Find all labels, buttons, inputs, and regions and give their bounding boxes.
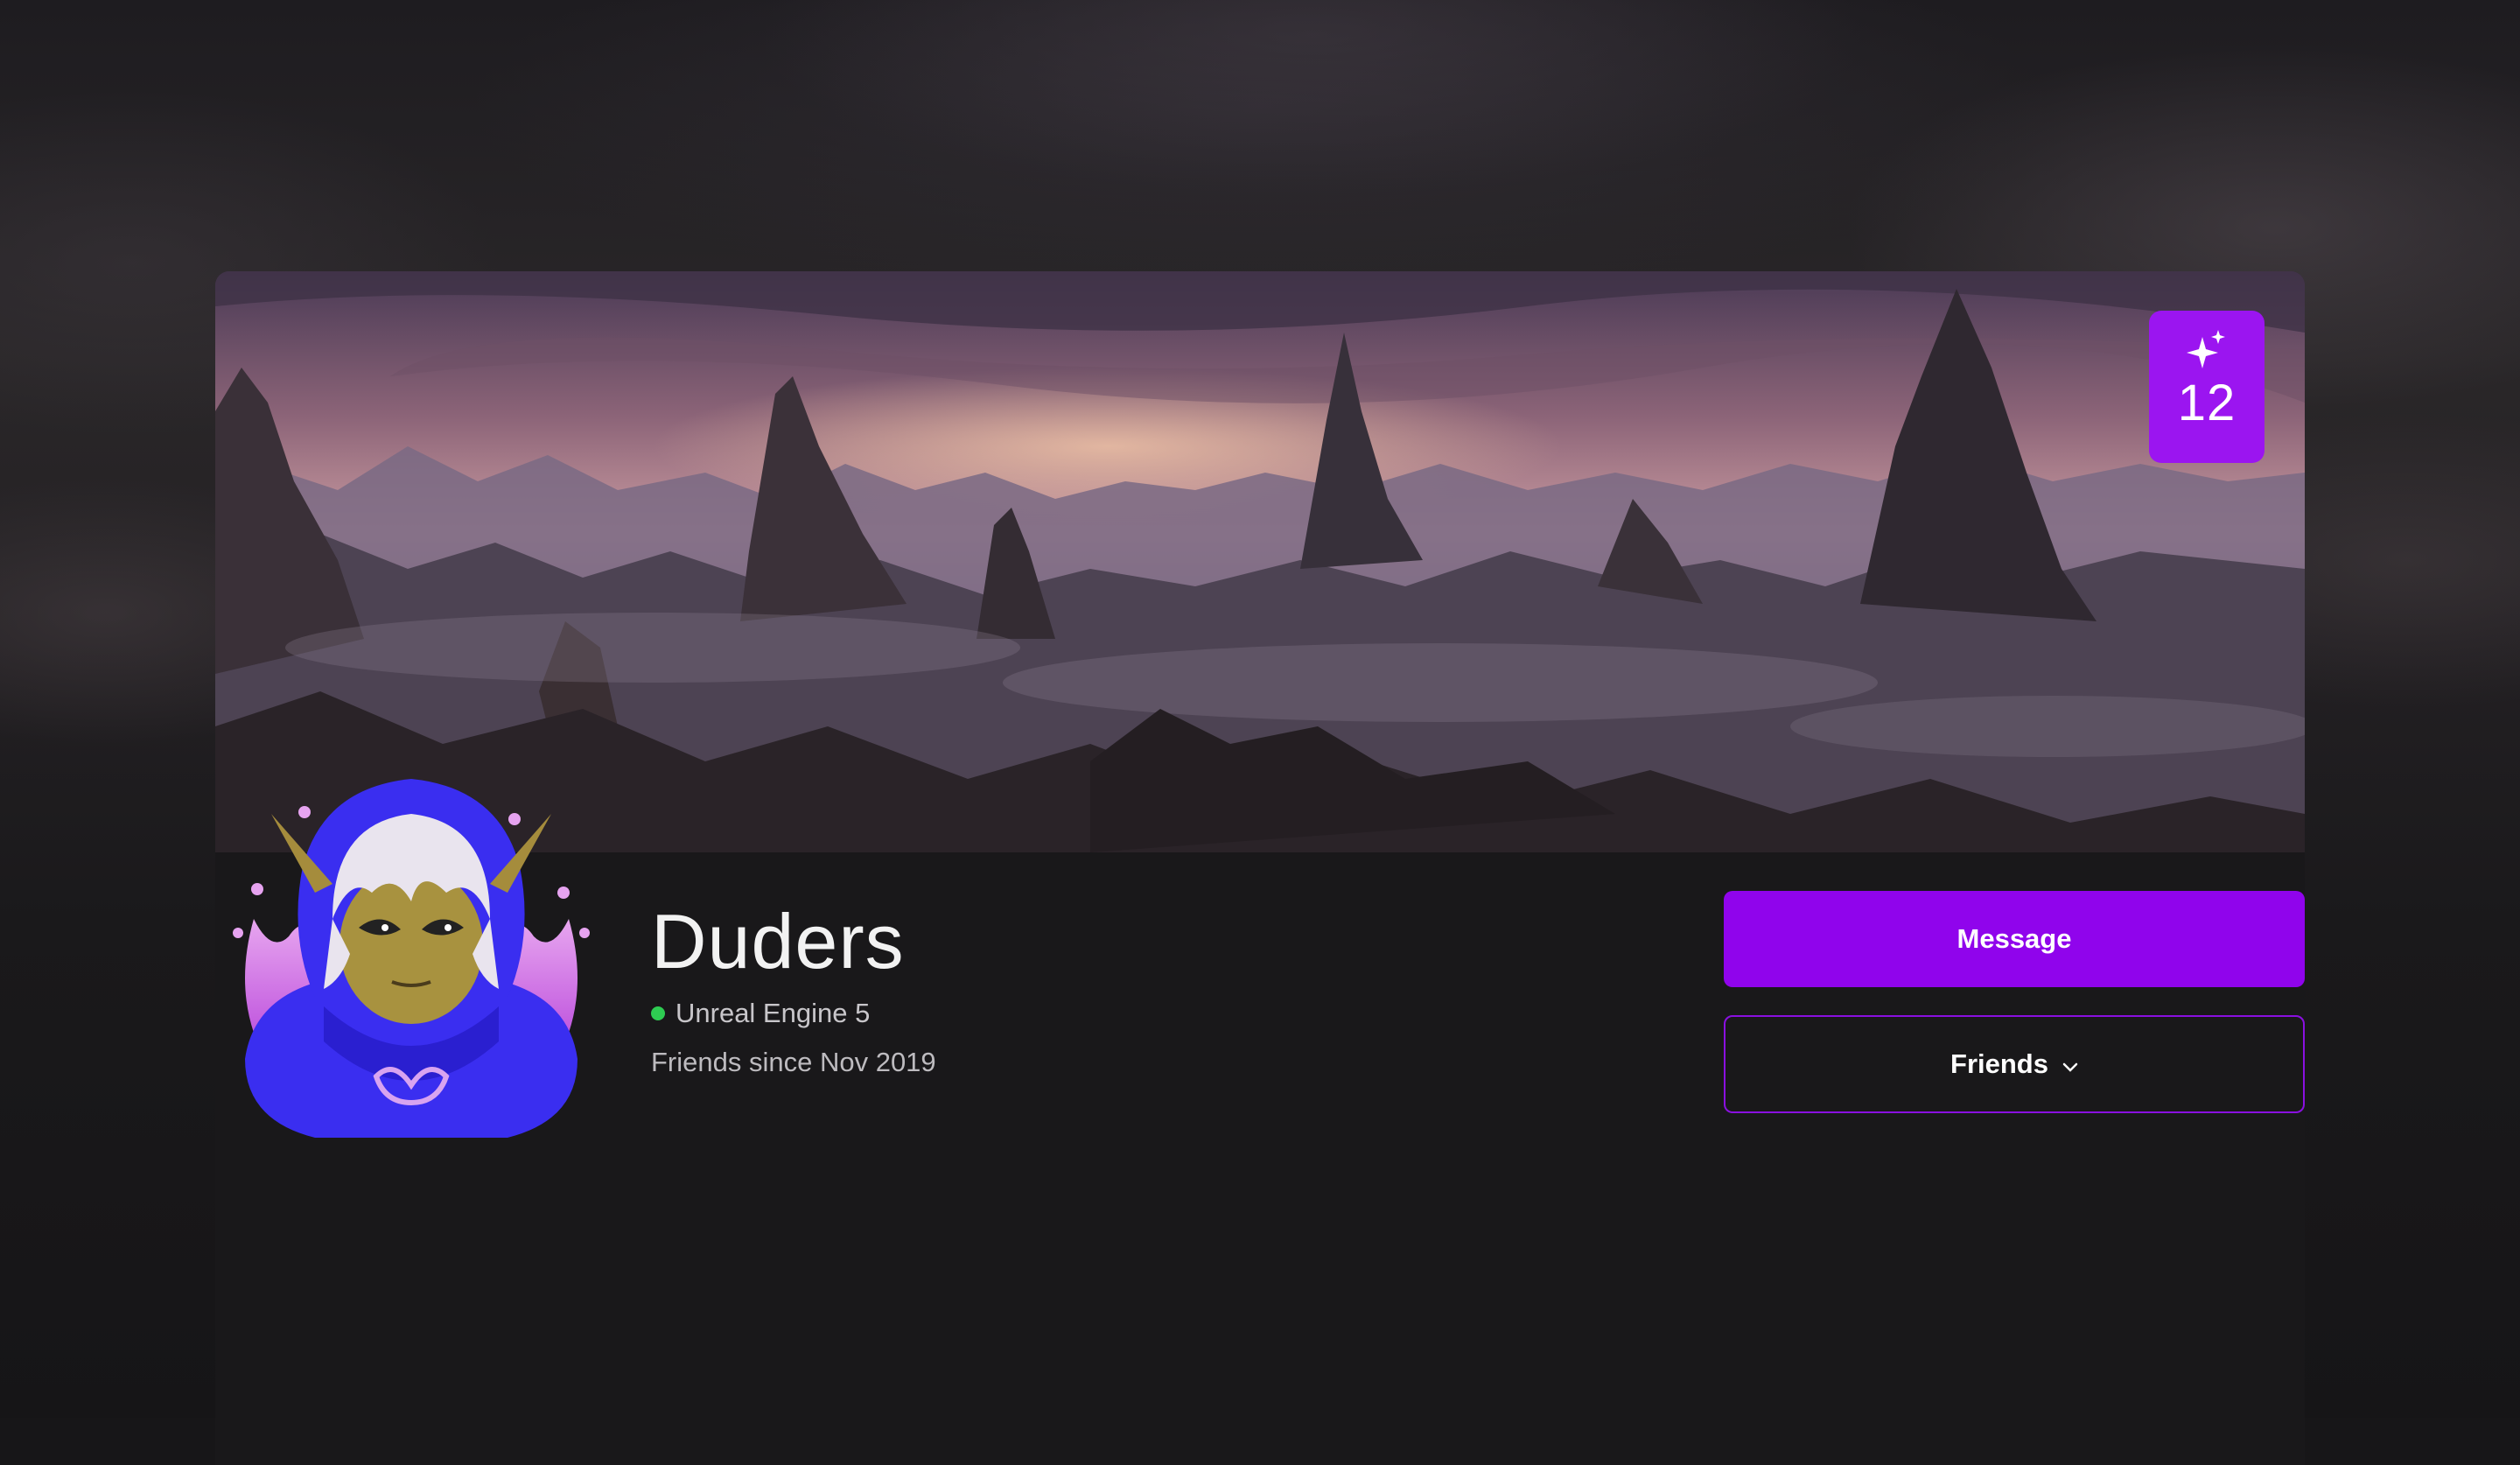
- profile-banner-image: 12: [215, 271, 2305, 852]
- achievement-count: 12: [2177, 375, 2236, 431]
- presence-text: Unreal Engine 5: [676, 998, 871, 1028]
- avatar[interactable]: [219, 779, 604, 1146]
- friends-button-label: Friends: [1950, 1048, 2048, 1079]
- presence-status: Unreal Engine 5: [651, 998, 870, 1029]
- message-button-label: Message: [1956, 923, 2072, 954]
- sparkle-icon: [2185, 328, 2229, 370]
- chevron-down-icon: [2062, 1048, 2078, 1080]
- friends-dropdown-button[interactable]: Friends: [1724, 1015, 2305, 1113]
- message-button[interactable]: Message: [1724, 891, 2305, 987]
- display-name: Duders: [651, 898, 905, 985]
- achievement-badge[interactable]: 12: [2149, 311, 2264, 463]
- online-indicator-icon: [651, 1006, 665, 1020]
- friends-since-text: Friends since Nov 2019: [651, 1047, 936, 1077]
